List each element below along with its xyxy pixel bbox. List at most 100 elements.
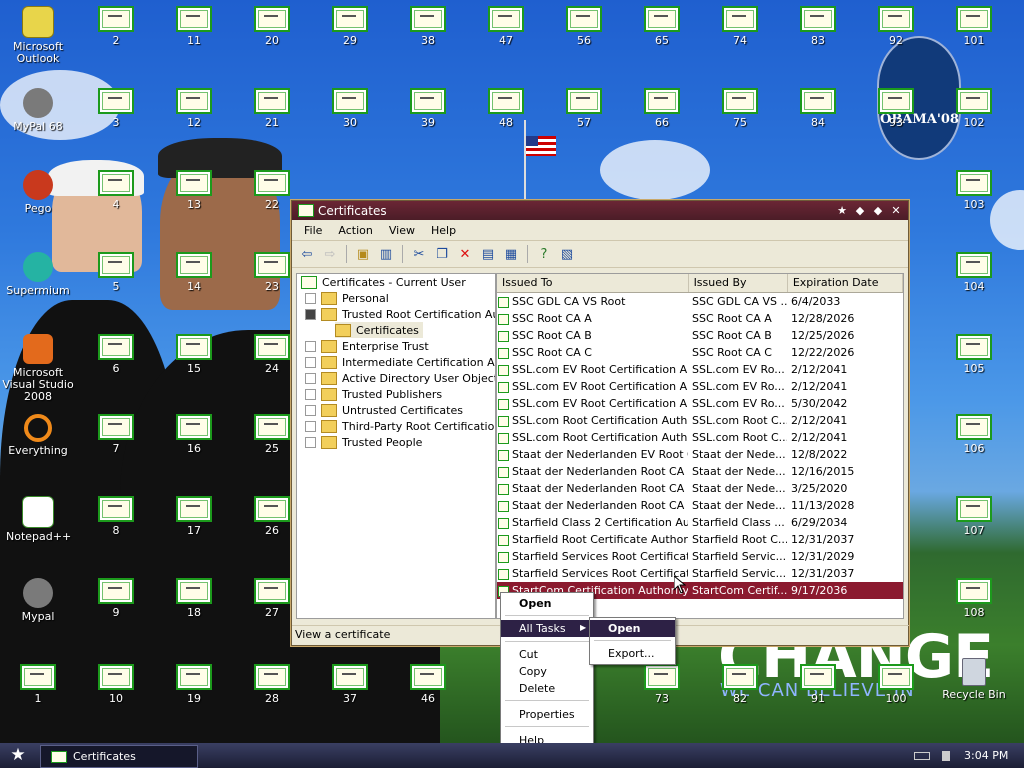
close-button[interactable]: ✕ [888,203,904,218]
expander-icon[interactable] [305,436,316,448]
desktop-icon-cert[interactable]: 4 [84,170,148,211]
forward-icon[interactable]: ⇨ [321,245,339,263]
table-row[interactable]: Starfield Services Root Certificate... St… [497,548,903,565]
desktop-icon-cert[interactable]: 15 [162,334,226,375]
desktop-icon-cert[interactable]: 13 [162,170,226,211]
table-row[interactable]: SSL.com EV Root Certification Aut... SSL.… [497,378,903,395]
tree-item[interactable]: Intermediate Certification Authc [305,354,495,370]
desktop-icon-cert[interactable]: 2 [84,6,148,47]
desktop-icon-cert[interactable]: 37 [318,664,382,705]
desktop-icon-cert[interactable]: 57 [552,88,616,129]
expander-icon[interactable] [305,292,316,304]
desktop-icon-mypal68[interactable]: MyPal 68 [6,88,70,133]
desktop-icon-cert[interactable]: 104 [942,252,1006,293]
desktop-icon-cert[interactable]: 65 [630,6,694,47]
table-row[interactable]: Staat der Nederlanden Root CA - G2 Staat … [497,480,903,497]
desktop-icon-cert[interactable]: 28 [240,664,304,705]
desktop-icon-cert[interactable]: 101 [942,6,1006,47]
desktop-icon-cert[interactable]: 19 [162,664,226,705]
table-row[interactable]: Starfield Class 2 Certification Auth... S… [497,514,903,531]
desktop-icon-cert[interactable]: 82 [708,664,772,705]
desktop-icon-cert[interactable]: 46 [396,664,460,705]
table-row[interactable]: Starfield Services Root Certificate... St… [497,565,903,582]
column-expiration[interactable]: Expiration Date [788,274,903,292]
cut-icon[interactable]: ✂ [410,245,428,263]
menu-view[interactable]: View [381,224,423,237]
desktop-icon-cert[interactable]: 84 [786,88,850,129]
desktop-icon-cert[interactable]: 107 [942,496,1006,537]
desktop-icon-cert[interactable]: 105 [942,334,1006,375]
desktop-icon-cert[interactable]: 30 [318,88,382,129]
star-icon[interactable]: ★ [834,203,850,218]
tree-item[interactable]: Enterprise Trust [305,338,429,354]
desktop-icon-pego[interactable]: Pego [6,170,70,215]
maximize-button[interactable]: ◆ [870,203,886,218]
table-row[interactable]: SSC Root CA C SSC Root CA C 12/22/2026 [497,344,903,361]
table-row[interactable]: SSL.com Root Certification Author... SSL.… [497,412,903,429]
tree-item[interactable]: Third-Party Root Certification Au [305,418,495,434]
desktop-icon-cert[interactable]: 20 [240,6,304,47]
minimize-button[interactable]: ◆ [852,203,868,218]
desktop-icon-cert[interactable]: 108 [942,578,1006,619]
ctx-open[interactable]: Open [501,595,593,612]
menu-file[interactable]: File [296,224,330,237]
desktop-icon-cert[interactable]: 103 [942,170,1006,211]
tree-item[interactable]: Trusted Root Certification Authc [305,306,495,322]
menu-help[interactable]: Help [423,224,464,237]
desktop-icon-everything[interactable]: Everything [6,414,70,457]
properties-icon[interactable]: ▤ [479,245,497,263]
table-row[interactable]: SSL.com EV Root Certification Aut... SSL.… [497,395,903,412]
desktop-icon-cert[interactable]: 83 [786,6,850,47]
desktop-icon-cert[interactable]: 12 [162,88,226,129]
table-row[interactable]: Staat der Nederlanden EV Root CA Staat de… [497,446,903,463]
desktop-icon-supermium[interactable]: Supermium [6,252,70,297]
ctx-copy[interactable]: Copy [501,663,593,680]
desktop-icon-cert[interactable]: 91 [786,664,850,705]
ctx-delete[interactable]: Delete [501,680,593,697]
desktop-icon-cert[interactable]: 106 [942,414,1006,455]
network-icon[interactable] [942,750,950,761]
desktop-icon-cert[interactable]: 18 [162,578,226,619]
expander-icon[interactable] [305,420,316,432]
menu-action[interactable]: Action [330,224,380,237]
table-row[interactable]: SSC Root CA B SSC Root CA B 12/25/2026 [497,327,903,344]
desktop-icon-cert[interactable]: 74 [708,6,772,47]
tree-item[interactable]: Personal [305,290,389,306]
table-row[interactable]: SSC GDL CA VS Root SSC GDL CA VS ... 6/4/2… [497,293,903,310]
table-row[interactable]: SSL.com Root Certification Author... SSL.… [497,429,903,446]
start-button[interactable]: ★ [6,746,30,765]
desktop-icon-visual-studio[interactable]: Microsoft Visual Studio 2008 [0,334,76,403]
desktop-icon-outlook[interactable]: Microsoft Outlook [6,6,70,65]
desktop-icon-cert[interactable]: 11 [162,6,226,47]
desktop-icon-notepadpp[interactable]: Notepad++ [6,496,71,543]
column-issued-by[interactable]: Issued By [689,274,788,292]
desktop-icon-cert[interactable]: 8 [84,496,148,537]
desktop-icon-cert[interactable]: 7 [84,414,148,455]
up-folder-icon[interactable]: ▣ [354,245,372,263]
expander-icon[interactable] [305,388,316,400]
ctx-properties[interactable]: Properties [501,706,593,723]
tree-root[interactable]: Certificates - Current User [301,274,466,290]
desktop-icon-cert[interactable]: 17 [162,496,226,537]
taskbar-item-certificates[interactable]: Certificates [40,745,198,768]
expander-icon[interactable] [305,308,316,320]
submenu-open[interactable]: Open [590,620,675,637]
desktop-icon-cert[interactable]: 39 [396,88,460,129]
desktop-icon-cert[interactable]: 1 [6,664,70,705]
export-list-icon[interactable]: ▦ [502,245,520,263]
desktop-icon-cert[interactable]: 100 [864,664,928,705]
desktop-icon-cert[interactable]: 6 [84,334,148,375]
desktop-icon-cert[interactable]: 10 [84,664,148,705]
mmc-icon[interactable]: ▧ [558,245,576,263]
submenu-export[interactable]: Export... [590,645,675,662]
desktop-icon-recycle-bin[interactable]: Recycle Bin [942,658,1006,701]
tree-item[interactable]: Trusted People [305,434,422,450]
desktop-icon-cert[interactable]: 48 [474,88,538,129]
show-hide-tree-icon[interactable]: ▥ [377,245,395,263]
expander-icon[interactable] [305,340,316,352]
tree-item[interactable]: Untrusted Certificates [305,402,463,418]
desktop-icon-cert[interactable]: 9 [84,578,148,619]
table-row[interactable]: SSL.com EV Root Certification Aut... SSL.… [497,361,903,378]
desktop-icon-cert[interactable]: 14 [162,252,226,293]
desktop-icon-cert[interactable]: 93 [864,88,928,129]
